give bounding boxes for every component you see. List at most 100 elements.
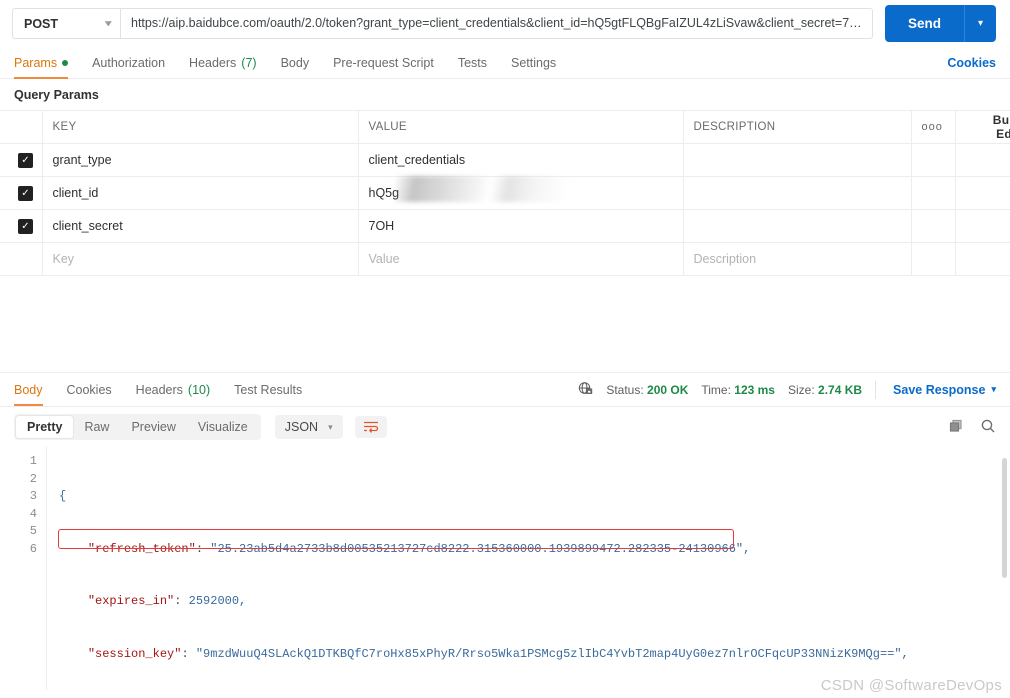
row-value-client-secret[interactable]: 7OH <box>358 209 684 243</box>
response-body-viewer[interactable]: 1 2 3 4 5 6 { "refresh_token": "25.23ab5… <box>0 447 1010 690</box>
response-tab-cookies-label: Cookies <box>66 382 112 397</box>
row-options-client-secret <box>911 209 956 243</box>
table-row: ✓ grant_type client_credentials <box>0 143 1010 177</box>
tab-params-label: Params <box>14 55 58 70</box>
response-tab-test-results[interactable]: Test Results <box>234 374 302 406</box>
save-response-button[interactable]: Save Response ▾ <box>893 383 996 397</box>
row-value-client-id[interactable]: hQ5g <box>358 176 684 210</box>
response-tab-body[interactable]: Body <box>14 374 43 406</box>
tab-params[interactable]: Params <box>14 47 69 79</box>
row-options-grant-type <box>911 143 956 177</box>
row-spacer-grant-type <box>955 143 1010 177</box>
tab-headers[interactable]: Headers (7) <box>189 47 257 79</box>
time-label: Time: 123 ms <box>701 383 775 397</box>
view-raw-button[interactable]: Raw <box>73 416 120 438</box>
row-key-client-secret[interactable]: client_secret <box>42 209 359 243</box>
code-line-1: { <box>59 489 67 503</box>
status-value: 200 OK <box>647 382 689 397</box>
redaction-smudge-icon <box>394 176 565 202</box>
http-method-select[interactable]: POST ▾ <box>12 8 120 39</box>
row-description-client-id[interactable] <box>683 176 912 210</box>
tab-tests-label: Tests <box>457 55 487 70</box>
th-key: KEY <box>42 110 359 144</box>
request-tab-bar: Params Authorization Headers (7) Body Pr… <box>0 47 1010 79</box>
send-options-button[interactable]: ▾ <box>964 5 996 42</box>
secure-connection-icon <box>578 381 593 399</box>
wrap-lines-button[interactable] <box>354 416 387 438</box>
view-pretty-button[interactable]: Pretty <box>16 416 74 438</box>
new-param-description-input[interactable]: Description <box>683 242 912 276</box>
row-spacer-empty <box>955 242 1010 276</box>
response-tab-cookies[interactable]: Cookies <box>67 374 112 406</box>
th-value: VALUE <box>358 110 684 144</box>
response-language-label: JSON <box>284 420 319 434</box>
row-spacer-client-secret <box>955 209 1010 243</box>
tab-headers-count: (7) <box>241 55 257 70</box>
new-param-key-input[interactable]: Key <box>42 242 359 276</box>
response-language-select[interactable]: JSON ▾ <box>274 415 343 439</box>
tab-settings[interactable]: Settings <box>511 47 556 79</box>
cookies-link[interactable]: Cookies <box>947 56 996 70</box>
send-button[interactable]: Send <box>884 5 964 42</box>
chevron-down-icon: ▾ <box>105 18 112 28</box>
chevron-down-icon: ▾ <box>977 18 984 29</box>
th-description: DESCRIPTION <box>683 110 912 144</box>
response-headers-count: (10) <box>187 382 211 397</box>
line-number: 5 <box>29 524 37 538</box>
response-scrollbar[interactable] <box>1002 458 1007 578</box>
row-options-empty <box>911 242 956 276</box>
tab-body-label: Body <box>280 55 310 70</box>
line-number: 6 <box>29 541 37 556</box>
row-checkbox-client-id[interactable]: ✓ <box>18 185 33 201</box>
save-response-label: Save Response <box>893 382 986 397</box>
status-text: Status: <box>606 382 644 397</box>
tab-pre-request-script-label: Pre-request Script <box>333 55 434 70</box>
code-line-4: "session_key": "9mzdWuuQ4SLAckQ1DTKBQfC7… <box>87 646 909 661</box>
row-checkbox-grant-type[interactable]: ✓ <box>18 152 33 168</box>
size-label: Size: 2.74 KB <box>788 383 862 397</box>
query-params-title: Query Params <box>14 88 99 102</box>
tab-authorization[interactable]: Authorization <box>92 47 165 79</box>
size-value: 2.74 KB <box>818 382 863 397</box>
row-value-grant-type[interactable]: client_credentials <box>358 143 684 177</box>
response-tab-body-label: Body <box>14 382 43 397</box>
tab-tests[interactable]: Tests <box>458 47 487 79</box>
response-tab-headers[interactable]: Headers (10) <box>136 374 210 406</box>
panel-gap <box>0 276 1010 372</box>
more-options-icon[interactable]: ooo <box>922 121 943 133</box>
th-checkbox <box>0 110 43 144</box>
view-preview-button[interactable]: Preview <box>120 416 186 438</box>
row-options-client-id <box>911 176 956 210</box>
response-tab-headers-label: Headers <box>135 382 183 397</box>
line-number-gutter: 1 2 3 4 5 6 <box>0 447 46 690</box>
row-key-client-id[interactable]: client_id <box>42 176 359 210</box>
row-description-client-secret[interactable] <box>683 209 912 243</box>
new-param-value-input[interactable]: Value <box>358 242 684 276</box>
table-row: ✓ client_id hQ5g <box>0 176 1010 210</box>
tab-authorization-label: Authorization <box>92 55 166 70</box>
response-tab-test-results-label: Test Results <box>234 382 303 397</box>
url-input[interactable]: https://aip.baidubce.com/oauth/2.0/token… <box>120 8 873 39</box>
response-meta: Status: 200 OK Time: 123 ms Size: 2.74 K… <box>578 380 996 399</box>
code-line-2: "refresh_token": "25.23ab5d4a2733b8d0053… <box>87 541 751 556</box>
row-checkbox-client-secret[interactable]: ✓ <box>18 218 33 234</box>
copy-icon[interactable] <box>948 418 964 437</box>
table-row: ✓ client_secret 7OH <box>0 209 1010 243</box>
tab-body[interactable]: Body <box>281 47 310 79</box>
row-description-grant-type[interactable] <box>683 143 912 177</box>
params-modified-dot-icon <box>62 59 69 66</box>
tab-pre-request-script[interactable]: Pre-request Script <box>333 47 434 79</box>
http-method-label: POST <box>24 16 59 31</box>
view-visualize-button[interactable]: Visualize <box>187 416 259 438</box>
tab-headers-label: Headers <box>189 55 237 70</box>
line-number: 1 <box>29 454 37 468</box>
row-key-grant-type[interactable]: grant_type <box>42 143 359 177</box>
wrap-lines-icon <box>363 421 378 433</box>
table-header-row: KEY VALUE DESCRIPTION ooo Bulk Edit <box>0 110 1010 144</box>
row-checkbox-empty[interactable] <box>18 252 33 267</box>
bulk-edit-button[interactable]: Bulk Edit <box>966 113 1010 141</box>
search-icon[interactable] <box>980 418 996 437</box>
send-button-group: Send ▾ <box>884 5 996 42</box>
response-body-code[interactable]: { "refresh_token": "25.23ab5d4a2733b8d00… <box>46 447 1010 690</box>
size-text: Size: <box>787 382 815 397</box>
